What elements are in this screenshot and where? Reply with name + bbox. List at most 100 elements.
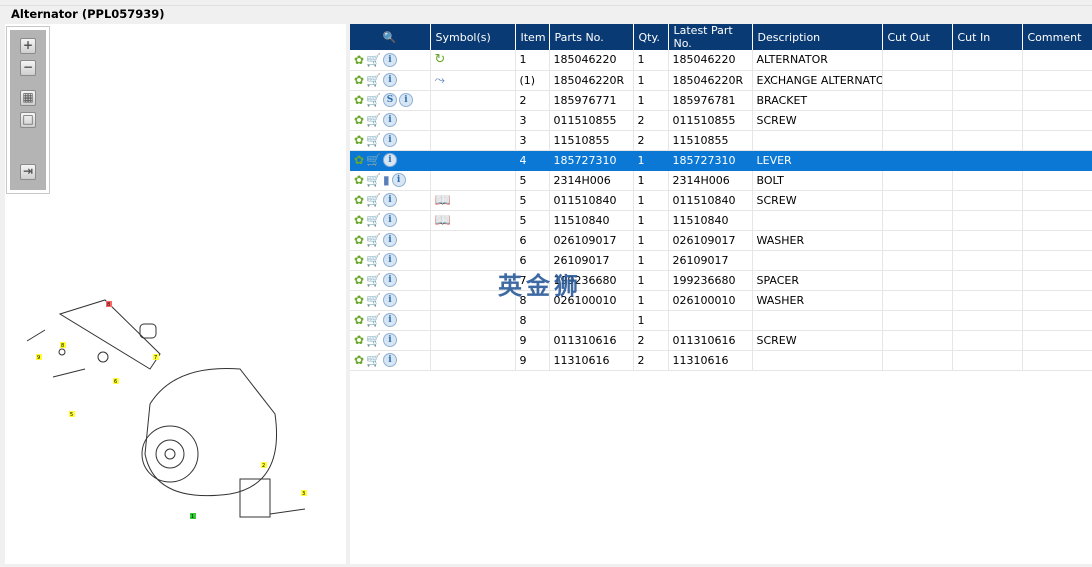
gear-icon[interactable]: ✿ [354, 333, 364, 347]
column-header[interactable]: Latest Part No. [668, 24, 753, 50]
cart-icon[interactable]: 🛒 [366, 353, 381, 367]
column-header[interactable]: Qty. [633, 24, 669, 50]
callout-8: 8 [107, 302, 110, 308]
column-header[interactable]: Cut In [952, 24, 1023, 50]
description-cell: ALTERNATOR [752, 50, 883, 71]
info-icon[interactable]: i [383, 113, 398, 127]
description-cell: WASHER [752, 290, 883, 311]
cart-icon[interactable]: 🛒 [366, 193, 381, 207]
gear-icon[interactable]: ✿ [354, 353, 364, 367]
cart-icon[interactable]: 🛒 [366, 213, 381, 227]
cart-icon[interactable]: 🛒 [366, 153, 381, 167]
table-row[interactable]: ✿ 🛒 i 9 011310616 2 011310616 SCREW [350, 330, 1092, 351]
column-header[interactable]: Parts No. [549, 24, 634, 50]
s-icon[interactable]: S [383, 93, 398, 107]
gear-icon[interactable]: ✿ [354, 253, 364, 267]
gear-icon[interactable]: ✿ [354, 213, 364, 227]
info-icon[interactable]: i [383, 293, 398, 307]
info-icon[interactable]: i [383, 333, 398, 347]
gear-icon[interactable]: ✿ [354, 313, 364, 327]
info-icon[interactable]: i [383, 213, 398, 227]
cart-icon[interactable]: 🛒 [366, 173, 381, 187]
cart-icon[interactable]: 🛒 [366, 113, 381, 127]
item-cell: 1 [515, 50, 550, 71]
row-actions: ✿ 🛒 i [350, 50, 431, 71]
table-row[interactable]: ✿ 🛒 i 8 1 [350, 310, 1092, 331]
qty-cell: 1 [633, 170, 669, 191]
info-icon[interactable]: i [383, 353, 398, 367]
cart-icon[interactable]: 🛒 [366, 253, 381, 267]
info-icon[interactable]: i [383, 153, 398, 167]
column-header[interactable]: Cut Out [882, 24, 953, 50]
comment-cell [1022, 270, 1092, 291]
info-icon[interactable]: i [383, 253, 398, 267]
cart-icon[interactable]: 🛒 [366, 133, 381, 147]
info-icon[interactable]: i [391, 173, 406, 187]
info-icon[interactable]: i [383, 313, 398, 327]
latest-part-cell: 11310616 [668, 350, 753, 371]
book-icon[interactable]: ▮ [383, 173, 390, 187]
info-icon[interactable]: i [383, 133, 398, 147]
symbol-cell [430, 310, 516, 331]
table-row[interactable]: ✿ 🛒 Si 2 185976771 1 185976781 BRACKET [350, 90, 1092, 111]
export-list-button[interactable]: ⇥ [20, 164, 36, 180]
gear-icon[interactable]: ✿ [354, 133, 364, 147]
info-icon[interactable]: i [383, 273, 398, 287]
cart-icon[interactable]: 🛒 [366, 73, 381, 87]
table-row[interactable]: ✿ 🛒 i 9 11310616 2 11310616 [350, 350, 1092, 371]
table-row[interactable]: ✿ 🛒 i 📖 5 11510840 1 11510840 [350, 210, 1092, 231]
column-header[interactable]: Comment [1022, 24, 1092, 50]
frame-button[interactable]: □ [20, 112, 36, 128]
part-number-cell: 185046220R [549, 70, 634, 91]
gear-icon[interactable]: ✿ [354, 113, 364, 127]
table-row[interactable]: ✿ 🛒 i 📖 5 011510840 1 011510840 SCREW [350, 190, 1092, 211]
qty-cell: 2 [633, 350, 669, 371]
cut-out-cell [882, 70, 953, 91]
gear-icon[interactable]: ✿ [354, 233, 364, 247]
info-icon[interactable]: i [383, 73, 398, 87]
gear-icon[interactable]: ✿ [354, 293, 364, 307]
cart-icon[interactable]: 🛒 [366, 313, 381, 327]
table-row[interactable]: ✿ 🛒 i 8 026100010 1 026100010 WASHER [350, 290, 1092, 311]
cart-icon[interactable]: 🛒 [366, 53, 381, 67]
table-row[interactable]: ✿ 🛒 i 6 026109017 1 026109017 WASHER [350, 230, 1092, 251]
column-header[interactable]: Symbol(s) [430, 24, 516, 50]
cart-icon[interactable]: 🛒 [366, 233, 381, 247]
info-icon[interactable]: i [383, 52, 398, 67]
illustration-panel[interactable]: 8 9 8 7 6 5 2 3 1 [5, 24, 346, 564]
info-icon[interactable]: i [399, 93, 414, 107]
cart-icon[interactable]: 🛒 [366, 333, 381, 347]
manual-icon[interactable]: 📖 [435, 193, 451, 208]
cart-icon[interactable]: 🛒 [366, 93, 381, 107]
fit-view-button[interactable]: ▦ [20, 90, 36, 106]
gears-icon[interactable]: ✿ [354, 53, 364, 67]
cut-in-cell [952, 50, 1023, 71]
gear-icon[interactable]: ✿ [354, 173, 364, 187]
header-search-icon[interactable]: 🔍 [350, 24, 431, 50]
gear-icon[interactable]: ✿ [354, 93, 364, 107]
zoom-out-button[interactable]: − [20, 60, 36, 76]
table-row[interactable]: ✿ 🛒 ▮ i 5 2314H006 1 2314H006 BOLT [350, 170, 1092, 191]
column-header[interactable]: Item [515, 24, 550, 50]
manual-icon[interactable]: 📖 [435, 213, 451, 228]
zoom-in-button[interactable]: + [20, 38, 36, 54]
table-row[interactable]: ✿ 🛒 i ↻ 1 185046220 1 185046220 ALTERNATOR [350, 50, 1092, 71]
rotate-icon[interactable]: ↻ [435, 52, 446, 67]
exchange-icon[interactable]: ⤳ [435, 73, 445, 88]
table-row[interactable]: ✿ 🛒 i 3 011510855 2 011510855 SCREW [350, 110, 1092, 131]
info-icon[interactable]: i [383, 233, 398, 247]
info-icon[interactable]: i [383, 193, 398, 207]
cart-icon[interactable]: 🛒 [366, 293, 381, 307]
table-row[interactable]: ✿ 🛒 i ⤳ (1) 185046220R 1 185046220R EXCHANGE ALT… [350, 70, 1092, 91]
table-row[interactable]: ✿ 🛒 i 3 11510855 2 11510855 [350, 130, 1092, 151]
description-cell: SCREW [752, 330, 883, 351]
table-row[interactable]: ✿ 🛒 i 7 199236680 1 199236680 SPACER [350, 270, 1092, 291]
gear-icon[interactable]: ✿ [354, 153, 364, 167]
table-row[interactable]: ✿ 🛒 i 4 185727310 1 185727310 LEVER [350, 150, 1092, 171]
gear-icon[interactable]: ✿ [354, 73, 364, 87]
column-header[interactable]: Description [752, 24, 883, 50]
gear-icon[interactable]: ✿ [354, 273, 364, 287]
cart-icon[interactable]: 🛒 [366, 273, 381, 287]
gear-icon[interactable]: ✿ [354, 193, 364, 207]
table-row[interactable]: ✿ 🛒 i 6 26109017 1 26109017 [350, 250, 1092, 271]
